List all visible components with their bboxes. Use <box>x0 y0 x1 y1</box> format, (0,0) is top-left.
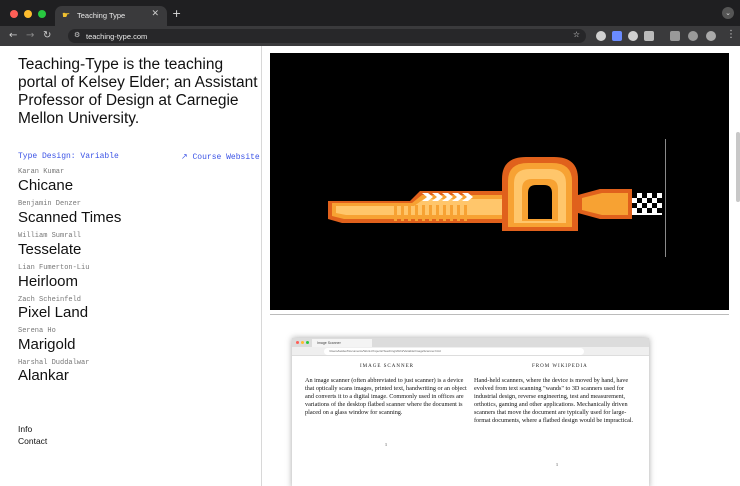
sidebar: Teaching-Type is the teaching portal of … <box>10 46 262 486</box>
typeface-link[interactable]: Alankar <box>18 367 69 384</box>
extension-icon[interactable] <box>612 31 622 41</box>
extension-icon[interactable] <box>628 31 638 41</box>
scanned-times-specimen: Image Scanner /Users/kelder/Documents/Wo… <box>292 338 649 486</box>
forward-arrow-icon[interactable]: → <box>26 30 34 42</box>
main-content: Image Scanner /Users/kelder/Documents/Wo… <box>263 46 740 486</box>
site-intro: Teaching-Type is the teaching portal of … <box>18 56 258 127</box>
hand-pointer-icon: ☛ <box>62 11 71 21</box>
chicane-glyph-art <box>328 139 666 257</box>
bookmark-star-icon[interactable]: ☆ <box>573 30 580 39</box>
browser-titlebar: ☛ Teaching Type ✕ + ⌄ <box>0 0 740 26</box>
cast-icon[interactable] <box>670 31 680 41</box>
page-number: 1 <box>556 462 558 467</box>
inner-tab-title: Image Scanner <box>312 339 372 347</box>
designer-name: Lian Fumerton-Liu <box>18 264 90 272</box>
inner-address-bar: /Users/kelder/Documents/Work-Projects/Te… <box>292 347 649 356</box>
page-number: 1 <box>385 442 387 447</box>
designer-name: Benjamin Denzer <box>18 200 82 208</box>
new-tab-icon[interactable]: + <box>172 8 181 19</box>
designer-name: Karan Kumar <box>18 168 65 176</box>
close-window-button[interactable] <box>10 10 18 18</box>
designer-name: Serena Ho <box>18 327 56 335</box>
left-column-heading: IMAGE SCANNER <box>360 364 414 369</box>
browser-tab[interactable]: ☛ Teaching Type ✕ <box>55 6 167 26</box>
typeface-link[interactable]: Marigold <box>18 336 76 353</box>
tab-title: Teaching Type <box>77 11 126 20</box>
typeface-link[interactable]: Tesselate <box>18 241 81 258</box>
download-icon[interactable] <box>688 31 698 41</box>
right-column-heading: FROM WIKIPEDIA <box>532 364 588 369</box>
browser-toolbar: ← → ↻ ⚙ teaching-type.com ☆ ⋮ <box>0 26 740 46</box>
url-text[interactable]: teaching-type.com <box>86 32 147 41</box>
section-label[interactable]: Type Design: Variable <box>18 152 119 161</box>
inner-browser-titlebar: Image Scanner <box>292 338 649 347</box>
profile-icon[interactable] <box>706 31 716 41</box>
web-page: Teaching-Type is the teaching portal of … <box>10 46 740 486</box>
more-menu-icon[interactable]: ⋮ <box>726 29 736 41</box>
maximize-window-button[interactable] <box>38 10 46 18</box>
inner-url: /Users/kelder/Documents/Work-Projects/Te… <box>324 348 584 355</box>
site-info-icon[interactable]: ⚙ <box>74 31 80 39</box>
reload-icon[interactable]: ↻ <box>43 30 51 42</box>
right-column-text: Hand-held scanners, where the device is … <box>474 377 634 424</box>
minimize-window-button[interactable] <box>24 10 32 18</box>
typeface-link[interactable]: Chicane <box>18 177 73 194</box>
chicane-specimen <box>270 53 729 310</box>
info-link[interactable]: Info <box>18 424 32 434</box>
tab-close-icon[interactable]: ✕ <box>151 9 159 19</box>
divider <box>270 314 729 315</box>
typeface-link[interactable]: Pixel Land <box>18 304 88 321</box>
page-scrollbar[interactable] <box>736 132 740 202</box>
address-bar[interactable]: ⚙ teaching-type.com ☆ <box>68 29 586 43</box>
back-arrow-icon[interactable]: ← <box>9 30 17 42</box>
left-column-text: An image scanner (often abbreviated to j… <box>305 377 467 416</box>
extension-icon[interactable] <box>644 31 654 41</box>
contact-link[interactable]: Contact <box>18 436 47 446</box>
designer-name: Zach Scheinfeld <box>18 296 82 304</box>
course-website-link[interactable]: ↗ Course Website <box>181 152 260 162</box>
extension-icon[interactable] <box>596 31 606 41</box>
typeface-link[interactable]: Heirloom <box>18 273 78 290</box>
designer-name: Harshal Duddalwar <box>18 359 90 367</box>
chevron-down-icon[interactable]: ⌄ <box>722 7 734 19</box>
typeface-link[interactable]: Scanned Times <box>18 209 121 226</box>
designer-name: William Sumrall <box>18 232 82 240</box>
